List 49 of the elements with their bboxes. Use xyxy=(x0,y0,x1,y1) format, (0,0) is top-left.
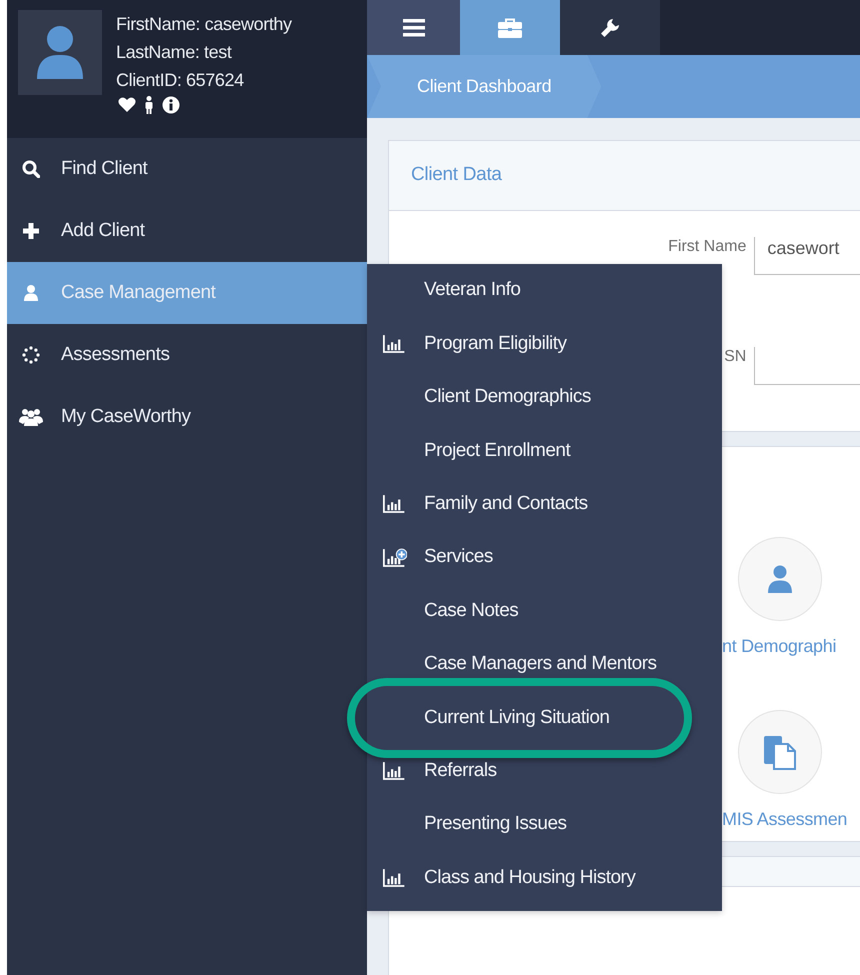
client-info-line: LastName: test xyxy=(116,41,233,64)
menu-item[interactable]: Class and Housing History xyxy=(424,864,636,892)
wrench-icon xyxy=(600,18,620,38)
person-icon xyxy=(767,565,793,593)
menu-item[interactable]: Presenting Issues xyxy=(424,810,567,839)
briefcase-icon xyxy=(498,18,522,38)
sidebar-item-label: Assessments xyxy=(61,342,170,367)
sidebar-item-label: Find Client xyxy=(61,156,148,181)
chart-icon xyxy=(383,493,407,516)
field-label: First Name xyxy=(667,237,746,257)
person-icon xyxy=(23,284,39,302)
menu-item[interactable]: Client Demographics xyxy=(424,383,591,412)
menu-item[interactable]: Program Eligibility xyxy=(424,330,567,358)
sidebar-item[interactable]: Add Client xyxy=(7,200,367,262)
menu-item[interactable]: Case Notes xyxy=(424,596,518,626)
menu-item[interactable]: Project Enrollment xyxy=(424,436,570,466)
sidebar-item-label: Case Management xyxy=(61,280,216,305)
people-icon xyxy=(19,408,43,426)
field-label: SN xyxy=(723,347,746,367)
search-icon xyxy=(22,160,40,178)
client-info-line: FirstName: caseworthy xyxy=(116,13,292,36)
sidebar-item[interactable]: Find Client xyxy=(7,138,367,200)
heart-icon xyxy=(118,97,136,113)
spinner-icon xyxy=(22,346,40,364)
chart-icon xyxy=(383,333,407,356)
sidebar-item-label: Add Client xyxy=(61,218,145,243)
card-title: Client Data xyxy=(411,163,502,188)
input-field[interactable]: casewort xyxy=(754,237,860,275)
client-info-line: ClientID: 657624 xyxy=(116,69,245,92)
menu-item[interactable]: Veteran Info xyxy=(424,276,520,305)
chart-icon xyxy=(383,866,407,889)
person-icon xyxy=(35,24,85,80)
menu-item[interactable]: Referrals xyxy=(424,756,497,786)
sidebar-item-label: My CaseWorthy xyxy=(61,404,191,429)
chart-icon xyxy=(383,760,407,782)
menu-item[interactable]: Current Living Situation xyxy=(424,704,610,732)
sidebar-item[interactable]: My CaseWorthy xyxy=(7,386,367,448)
menu-item[interactable]: Services xyxy=(424,543,493,572)
documents-icon xyxy=(764,734,796,770)
sidebar-item[interactable]: Assessments xyxy=(7,324,367,386)
menu-item[interactable]: Family and Contacts xyxy=(424,490,588,518)
menu-icon xyxy=(402,18,424,36)
menu-item[interactable]: Case Managers and Mentors xyxy=(424,650,657,679)
person-icon xyxy=(144,96,154,114)
plus-icon xyxy=(22,222,40,240)
info-icon xyxy=(162,96,180,114)
chart-plus-icon xyxy=(383,546,407,569)
toolbar-tab[interactable] xyxy=(367,0,460,55)
toolbar-tab[interactable] xyxy=(560,0,660,55)
